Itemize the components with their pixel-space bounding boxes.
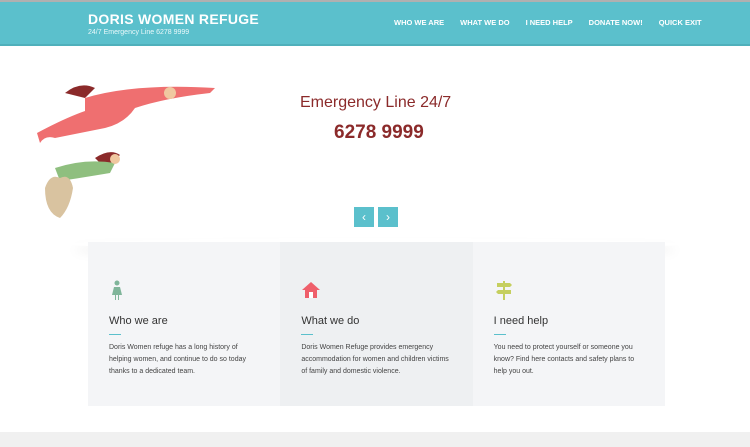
hero-slider: Emergency Line 24/7 6278 9999 ‹ ›	[0, 48, 750, 240]
card-title: Who we are	[109, 315, 168, 327]
card-text: Doris Women Refuge provides emergency ac…	[301, 344, 449, 375]
card-what-we-do[interactable]: What we do Doris Women Refuge provides e…	[280, 242, 473, 406]
woman-icon	[112, 280, 122, 300]
site-brand[interactable]: DORIS WOMEN REFUGE	[88, 11, 259, 27]
feature-cards: Who we are Doris Women refuge has a long…	[88, 242, 665, 406]
flying-woman-child-illustration	[37, 85, 215, 218]
slider-next-button[interactable]: ›	[378, 207, 398, 227]
home-icon	[302, 282, 321, 298]
nav-quick-exit[interactable]: QUICK EXIT	[659, 18, 702, 27]
nav-what-we-do[interactable]: WHAT WE DO	[460, 18, 509, 27]
divider	[109, 334, 121, 335]
card-text: You need to protect yourself or someone …	[493, 344, 635, 375]
nav-who-we-are[interactable]: WHO WE ARE	[394, 18, 444, 27]
hero-phone[interactable]: 6278 9999	[334, 122, 424, 144]
divider	[301, 334, 314, 335]
nav-donate-now[interactable]: DONATE NOW!	[589, 18, 643, 27]
site-header: DORIS WOMEN REFUGE 24/7 Emergency Line 6…	[0, 2, 750, 46]
nav-i-need-help[interactable]: I NEED HELP	[526, 18, 573, 27]
site-tagline: 24/7 Emergency Line 6278 9999	[88, 29, 190, 36]
hero-title: Emergency Line 24/7	[300, 94, 452, 111]
card-text: Doris Women refuge has a long history of…	[109, 344, 246, 375]
card-title: I need help	[493, 315, 549, 327]
divider	[493, 334, 506, 335]
signpost-icon	[495, 281, 512, 300]
slider-prev-button[interactable]: ‹	[354, 207, 374, 227]
card-title: What we do	[301, 315, 360, 327]
main-nav: WHO WE ARE WHAT WE DO I NEED HELP DONATE…	[394, 18, 702, 27]
card-i-need-help[interactable]: I need help You need to protect yourself…	[472, 242, 665, 406]
card-who-we-are[interactable]: Who we are Doris Women refuge has a long…	[88, 242, 281, 406]
footer-band	[0, 432, 750, 447]
